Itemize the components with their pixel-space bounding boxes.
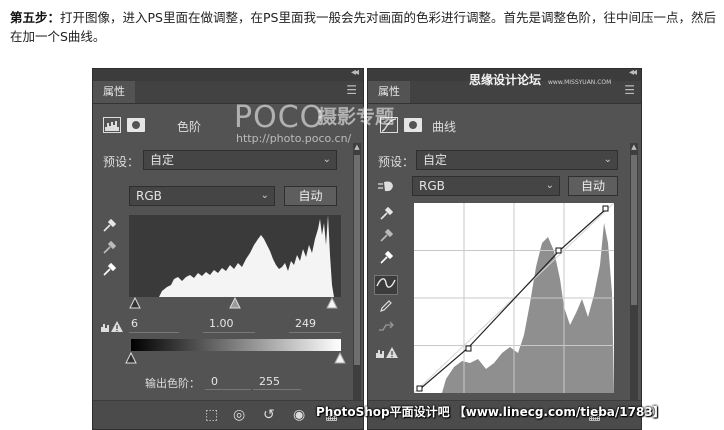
auto-button[interactable]: 自动 xyxy=(568,176,618,196)
white-eyedropper-icon[interactable] xyxy=(99,262,119,281)
scroll-up-icon[interactable]: ▲ xyxy=(630,143,638,151)
curve-point-icon[interactable] xyxy=(374,275,398,295)
poco-url: http://photo.poco.cn/ xyxy=(236,132,352,145)
hand-adjust-icon[interactable] xyxy=(376,179,396,197)
input-white-underline xyxy=(289,332,341,333)
preset-label: 预设： xyxy=(378,155,415,169)
step-label: 第五步： xyxy=(10,10,61,25)
input-gamma-value[interactable]: 1.00 xyxy=(209,317,234,330)
panel-title: 色阶 xyxy=(177,120,202,134)
curve-point-black xyxy=(416,385,423,392)
intro-paragraph: 第五步：打开图像，进入PS里面在做调整，在PS里面我一般会先对画面的色彩进行调整… xyxy=(10,8,716,46)
site-url-watermark: www.MISSYUAN.COM xyxy=(548,79,612,86)
site-cn-watermark: 思缘设计论坛 xyxy=(469,73,542,87)
scrollbar-thumb[interactable] xyxy=(631,155,637,305)
curve-point-shadow xyxy=(465,345,472,352)
tab-properties[interactable]: 属性 xyxy=(93,81,135,103)
bottom-watermark: PhotoShop平面设计吧 【www.linecg.com/tieba/178… xyxy=(316,405,665,419)
panel-top-bar: ◂◂ xyxy=(93,69,363,81)
gray-eyedropper-icon[interactable] xyxy=(99,240,119,259)
channel-value: RGB xyxy=(419,179,445,193)
black-eyedropper-icon[interactable] xyxy=(376,206,396,225)
smooth-icon[interactable] xyxy=(376,321,396,339)
layer-mask-icon[interactable] xyxy=(127,118,145,132)
preset-dropdown[interactable]: 自定 ⌄ xyxy=(416,150,618,170)
preset-dropdown[interactable]: 自定 ⌄ xyxy=(143,150,337,170)
input-gamma-underline xyxy=(203,332,255,333)
curve-point-highlight xyxy=(555,247,562,254)
scrollbar-thumb[interactable] xyxy=(354,155,360,365)
step-text: 打开图像，进入PS里面在做调整，在PS里面我一般会先对画面的色彩进行调整。首先是… xyxy=(10,10,716,44)
white-eyedropper-icon[interactable] xyxy=(376,250,396,269)
warning-icon[interactable] xyxy=(99,319,125,337)
curves-graph[interactable] xyxy=(413,202,615,394)
channel-value: RGB xyxy=(136,189,162,203)
pencil-icon[interactable] xyxy=(376,299,396,317)
preset-value: 自定 xyxy=(150,153,175,167)
chevron-down-icon: ⌄ xyxy=(322,154,331,165)
curves-scrollbar[interactable]: ▲ xyxy=(630,143,638,401)
input-slider-track[interactable] xyxy=(129,296,341,309)
output-levels-label: 输出色阶： xyxy=(145,377,200,390)
curves-graph-svg[interactable] xyxy=(413,202,615,394)
channel-dropdown[interactable]: RGB ⌄ xyxy=(129,186,275,206)
panel-menu-icon[interactable]: ☰ xyxy=(346,83,357,97)
levels-adjustment-icon xyxy=(103,117,121,133)
collapse-icon[interactable]: ◂◂ xyxy=(351,69,359,78)
curves-properties-panel: ◂◂ 属性 ☰ 曲线 预设： 自定 ⌄ RGB ⌄ 自动 ▲ ▦ xyxy=(367,68,642,430)
output-white-slider xyxy=(334,351,346,364)
channel-dropdown[interactable]: RGB ⌄ xyxy=(412,176,560,196)
preset-value: 自定 xyxy=(423,153,448,167)
chevron-down-icon: ⌄ xyxy=(260,190,269,201)
view-previous-icon[interactable]: ◎ xyxy=(233,407,245,423)
preset-label: 预设： xyxy=(103,155,140,169)
black-eyedropper-icon[interactable] xyxy=(99,218,119,237)
poco-cn-text: 摄影专题 xyxy=(318,106,395,128)
warning-icon[interactable] xyxy=(374,345,400,363)
gray-eyedropper-icon[interactable] xyxy=(376,228,396,247)
tab-properties[interactable]: 属性 xyxy=(368,81,410,103)
levels-histogram xyxy=(129,215,341,297)
output-white-value[interactable]: 255 xyxy=(259,375,280,388)
output-slider-track[interactable] xyxy=(125,351,347,364)
layer-mask-icon[interactable] xyxy=(404,118,422,132)
output-black-underline xyxy=(205,389,251,390)
chevron-down-icon: ⌄ xyxy=(545,180,554,191)
clip-to-layer-icon[interactable]: ⬚ xyxy=(205,407,218,423)
levels-scrollbar[interactable]: ▲ xyxy=(353,143,361,401)
output-gradient-bar xyxy=(131,339,341,351)
collapse-icon[interactable]: ◂◂ xyxy=(629,69,637,78)
auto-button[interactable]: 自动 xyxy=(284,186,337,206)
white-point-slider xyxy=(326,296,338,309)
histogram-shape xyxy=(129,215,341,297)
reset-icon[interactable]: ↺ xyxy=(263,407,275,423)
poco-logo: POCO xyxy=(234,100,325,135)
output-black-value[interactable]: 0 xyxy=(211,375,218,388)
chevron-down-icon: ⌄ xyxy=(603,154,612,165)
input-white-value[interactable]: 249 xyxy=(295,317,316,330)
eye-icon[interactable]: ◉ xyxy=(293,407,305,423)
output-white-underline xyxy=(253,389,301,390)
panel-menu-icon[interactable]: ☰ xyxy=(624,83,635,97)
output-black-slider xyxy=(125,351,137,364)
input-black-value[interactable]: 6 xyxy=(131,317,138,330)
panel-title: 曲线 xyxy=(432,120,457,134)
black-point-slider xyxy=(129,296,141,309)
input-black-underline xyxy=(129,332,179,333)
curve-point-white xyxy=(602,205,609,212)
scroll-up-icon[interactable]: ▲ xyxy=(353,143,361,151)
gamma-slider xyxy=(229,296,241,309)
